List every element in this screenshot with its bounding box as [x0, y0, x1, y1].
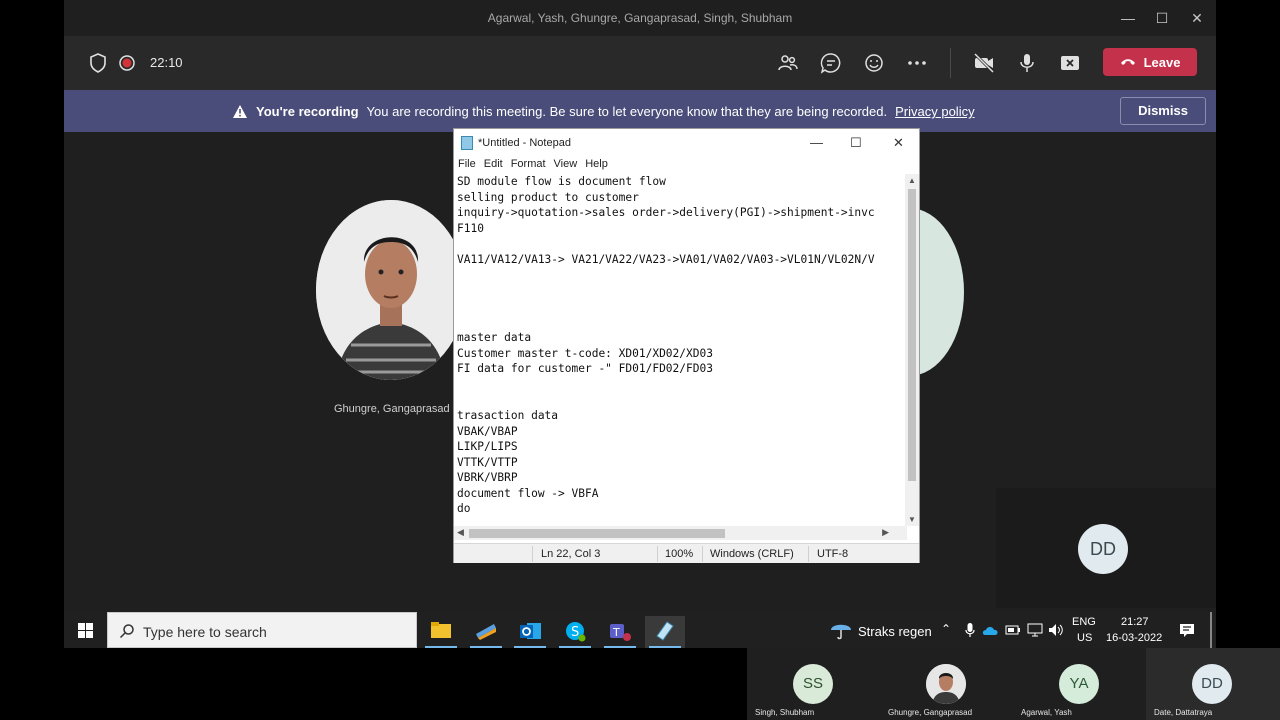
- meeting-toolbar: 22:10 Leave: [64, 36, 1216, 90]
- search-icon: [119, 624, 134, 639]
- window-titlebar: Agarwal, Yash, Ghungre, Gangaprasad, Sin…: [64, 0, 1216, 36]
- reactions-icon[interactable]: [862, 51, 886, 75]
- participant-tile-dd[interactable]: DD: [996, 488, 1216, 608]
- shield-icon[interactable]: [86, 51, 110, 75]
- maximize-icon[interactable]: ☐: [1152, 8, 1172, 28]
- privacy-policy-link[interactable]: Privacy policy: [895, 104, 974, 119]
- search-placeholder: Type here to search: [143, 624, 267, 640]
- chat-icon[interactable]: [819, 51, 843, 75]
- participant-avatar-dd: DD: [1078, 524, 1128, 574]
- battery-icon[interactable]: [1005, 624, 1021, 636]
- microphone-icon[interactable]: [1015, 51, 1039, 75]
- notepad-icon: [461, 136, 473, 150]
- notepad-titlebar: *Untitled - Notepad — ☐ ✕: [454, 129, 919, 157]
- warning-icon: [233, 105, 247, 118]
- teams-icon[interactable]: T: [600, 616, 640, 648]
- scroll-up-icon[interactable]: ▲: [908, 176, 916, 185]
- participant-tile[interactable]: DD Date, Dattatraya: [1146, 648, 1280, 720]
- banner-message: You are recording this meeting. Be sure …: [366, 104, 888, 119]
- recording-banner: You're recording You are recording this …: [64, 90, 1216, 132]
- volume-icon[interactable]: [1048, 623, 1064, 637]
- toolbar-divider: [950, 48, 951, 78]
- window-title: Agarwal, Yash, Ghungre, Gangaprasad, Sin…: [487, 11, 793, 25]
- participant-name-label: Ghungre, Gangaprasad: [334, 403, 450, 415]
- minimize-icon[interactable]: —: [1118, 8, 1138, 28]
- sap-logon-icon[interactable]: [466, 616, 506, 648]
- notepad-statusbar: Ln 22, Col 3 100% Windows (CRLF) UTF-8: [454, 543, 919, 563]
- dismiss-button[interactable]: Dismiss: [1120, 97, 1206, 125]
- notepad-taskbar-icon[interactable]: [645, 616, 685, 648]
- vertical-scrollbar[interactable]: ▲ ▼: [905, 174, 919, 526]
- participant-tile[interactable]: SS Singh, Shubham: [747, 648, 880, 720]
- encoding: UTF-8: [817, 548, 849, 560]
- close-icon[interactable]: ✕: [1187, 8, 1207, 28]
- people-icon[interactable]: [776, 51, 800, 75]
- notifications-icon[interactable]: [1179, 622, 1195, 638]
- menu-file[interactable]: File: [458, 158, 476, 170]
- participant-strip: SS Singh, Shubham Ghungre, Gangaprasad Y…: [747, 648, 1280, 720]
- file-explorer-icon[interactable]: [421, 616, 461, 648]
- meeting-timer: 22:10: [150, 55, 183, 70]
- scroll-left-icon[interactable]: ◀: [457, 527, 464, 538]
- scroll-right-icon[interactable]: ▶: [882, 527, 889, 538]
- show-hidden-icons[interactable]: ⌃: [941, 622, 951, 636]
- notepad-close-icon[interactable]: ✕: [893, 135, 904, 151]
- recording-icon: [119, 55, 135, 71]
- scroll-down-icon[interactable]: ▼: [908, 515, 916, 524]
- weather-text[interactable]: Straks regen: [858, 624, 932, 639]
- banner-title: You're recording: [256, 104, 359, 119]
- menu-format[interactable]: Format: [511, 158, 546, 170]
- participant-name: Ghungre, Gangaprasad: [888, 708, 973, 717]
- onedrive-icon[interactable]: [982, 624, 1000, 636]
- notepad-window[interactable]: *Untitled - Notepad — ☐ ✕ File Edit Form…: [453, 128, 920, 563]
- notepad-text-area[interactable]: SD module flow is document flow selling …: [457, 174, 905, 526]
- language-code[interactable]: ENG: [1072, 616, 1096, 628]
- svg-text:T: T: [612, 626, 620, 639]
- svg-text:S: S: [571, 625, 579, 640]
- network-icon[interactable]: [1027, 623, 1043, 637]
- participant-name: Singh, Shubham: [755, 708, 815, 717]
- participant-tile[interactable]: Ghungre, Gangaprasad: [880, 648, 1013, 720]
- horizontal-scroll-thumb[interactable]: [469, 529, 725, 538]
- clock-time[interactable]: 21:27: [1121, 616, 1149, 628]
- windows-taskbar: Type here to search S T Straks regen ⌃ E…: [64, 612, 1216, 648]
- cursor-position: Ln 22, Col 3: [541, 548, 601, 560]
- stop-sharing-icon[interactable]: [1058, 51, 1082, 75]
- participant-avatar-photo: [926, 664, 966, 704]
- microphone-tray-icon[interactable]: [964, 622, 976, 638]
- participant-avatar: YA: [1059, 664, 1099, 704]
- umbrella-icon[interactable]: [830, 620, 852, 640]
- notepad-maximize-icon[interactable]: ☐: [850, 135, 862, 151]
- camera-off-icon[interactable]: [972, 51, 996, 75]
- keyboard-layout[interactable]: US: [1077, 632, 1092, 644]
- show-desktop-divider[interactable]: [1210, 612, 1212, 648]
- participant-avatar: SS: [793, 664, 833, 704]
- leave-button[interactable]: Leave: [1103, 48, 1197, 76]
- notepad-minimize-icon[interactable]: —: [810, 135, 823, 150]
- participant-photo: [316, 200, 466, 380]
- phone-hangup-icon: [1120, 59, 1135, 65]
- menu-help[interactable]: Help: [585, 158, 608, 170]
- line-ending: Windows (CRLF): [710, 548, 794, 560]
- menu-edit[interactable]: Edit: [484, 158, 503, 170]
- notepad-menubar: File Edit Format View Help: [458, 158, 608, 170]
- skype-icon[interactable]: S: [555, 616, 595, 648]
- menu-view[interactable]: View: [554, 158, 578, 170]
- horizontal-scrollbar[interactable]: ◀ ▶: [454, 526, 907, 540]
- teams-meeting-window: Agarwal, Yash, Ghungre, Gangaprasad, Sin…: [64, 0, 1216, 648]
- clock-date[interactable]: 16-03-2022: [1106, 632, 1162, 644]
- more-options-icon[interactable]: [905, 51, 929, 75]
- participant-tile[interactable]: YA Agarwal, Yash: [1013, 648, 1146, 720]
- notepad-title: *Untitled - Notepad: [478, 137, 571, 149]
- participant-name: Agarwal, Yash: [1021, 708, 1072, 717]
- outlook-icon[interactable]: [510, 616, 550, 648]
- leave-label: Leave: [1143, 54, 1181, 70]
- vertical-scroll-thumb[interactable]: [908, 189, 916, 481]
- windows-start-icon[interactable]: [78, 623, 93, 638]
- zoom-level: 100%: [665, 548, 694, 560]
- participant-avatar: DD: [1192, 664, 1232, 704]
- taskbar-search-box[interactable]: Type here to search: [107, 612, 417, 648]
- participant-video-ghungre: [316, 200, 466, 380]
- participant-name: Date, Dattatraya: [1154, 708, 1213, 717]
